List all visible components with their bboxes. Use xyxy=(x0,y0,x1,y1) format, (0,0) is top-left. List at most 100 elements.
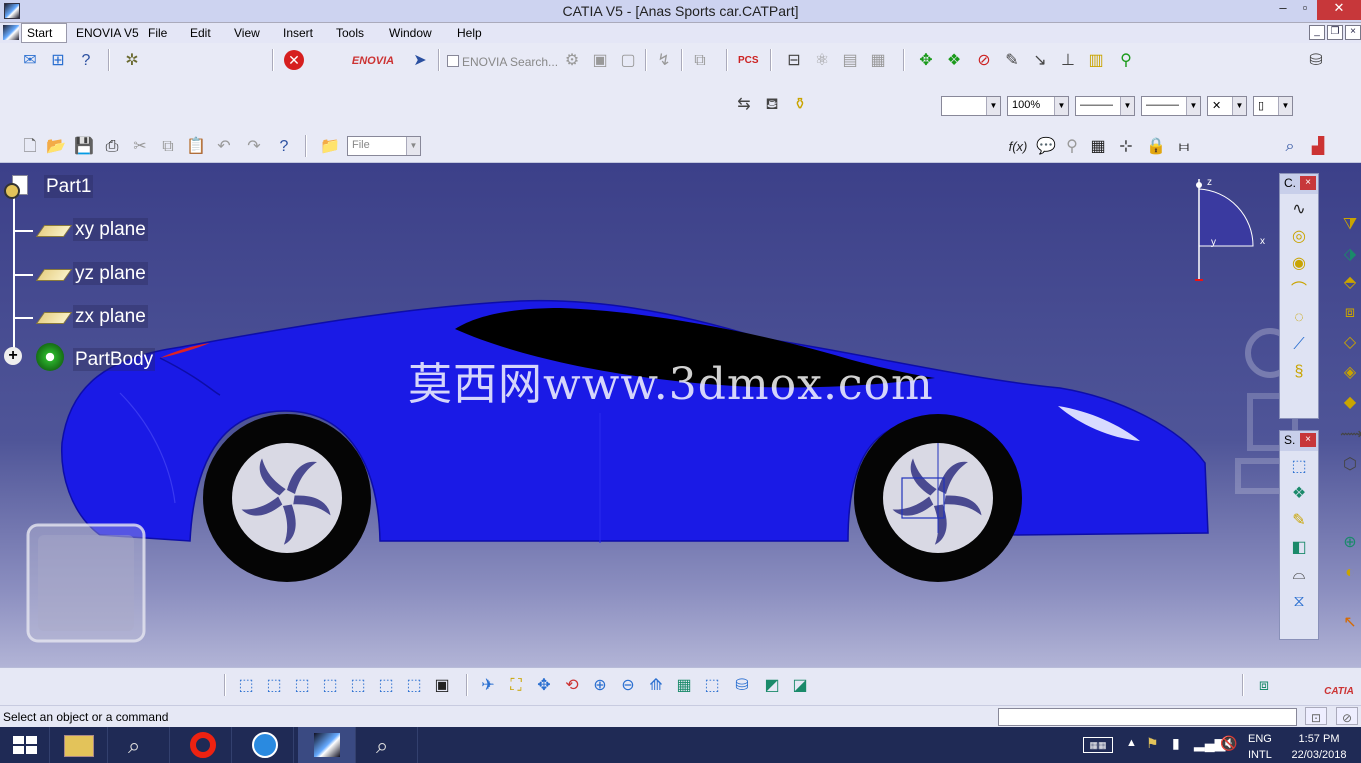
command-options-icon[interactable]: ⊡ xyxy=(1305,707,1327,725)
menu-edit[interactable]: Edit xyxy=(190,26,211,40)
workbench-icon[interactable]: ✉ xyxy=(20,51,40,71)
formula-icon[interactable]: f(x) xyxy=(1008,137,1028,157)
open-icon[interactable]: 📂 xyxy=(46,137,66,157)
move-icon[interactable]: ✥ xyxy=(916,51,936,71)
loft-icon[interactable]: ⧖ xyxy=(1288,591,1310,613)
law-icon[interactable]: ⊹ xyxy=(1116,137,1136,157)
layer-filter-icon[interactable]: ⧈ xyxy=(1254,676,1274,696)
hide-show-icon[interactable]: ◩ xyxy=(762,676,782,696)
menu-view[interactable]: View xyxy=(234,26,260,40)
back-view-icon[interactable]: ⬚ xyxy=(292,676,312,696)
redo-icon[interactable]: ↷ xyxy=(244,137,264,157)
zoom-in-icon[interactable]: ⊕ xyxy=(590,676,610,696)
untrim-icon[interactable]: ⬘ xyxy=(1340,273,1360,293)
document-icon[interactable] xyxy=(3,25,19,40)
volume-muted-icon[interactable]: 🔇 xyxy=(1220,735,1237,763)
analysis-icon[interactable]: ⊕ xyxy=(1340,533,1360,553)
stop-icon[interactable]: ✕ xyxy=(284,50,304,70)
chart-icon[interactable]: ▟ xyxy=(1308,137,1328,157)
tree-item-partbody[interactable]: PartBody xyxy=(73,348,156,371)
undo-icon[interactable]: ↶ xyxy=(214,137,234,157)
fly-icon[interactable]: ✈ xyxy=(478,676,498,696)
helix-icon[interactable]: ◎ xyxy=(1288,226,1310,248)
quick-view-icon[interactable]: ⬚ xyxy=(702,676,722,696)
normal-view-icon[interactable]: ⟰ xyxy=(646,676,666,696)
close-window-button[interactable]: ✕ xyxy=(1317,0,1361,20)
multi-view-icon[interactable]: ▦ xyxy=(674,676,694,696)
doc-minimize-icon[interactable]: _ xyxy=(1309,25,1325,40)
cut-icon[interactable]: ✂ xyxy=(130,137,150,157)
new-icon[interactable]: 🗋 xyxy=(20,137,40,157)
heal-icon[interactable]: ⬗ xyxy=(1340,245,1360,265)
shading-icon[interactable]: ⛁ xyxy=(732,676,752,696)
menu-tools[interactable]: Tools xyxy=(336,26,364,40)
bottom-view-icon[interactable]: ⬚ xyxy=(404,676,424,696)
extract-icon[interactable]: ◈ xyxy=(1340,363,1360,383)
extrapolate-icon[interactable]: ⬡ xyxy=(1340,455,1360,475)
surfaces-palette-header[interactable]: S. × xyxy=(1280,431,1318,451)
folder-icon[interactable]: 📁 xyxy=(320,137,340,157)
translate-icon[interactable]: ⟿ xyxy=(1340,425,1361,445)
line-thickness-combo[interactable]: ——— ▼ xyxy=(1075,96,1135,116)
ruler-icon[interactable]: ▥ xyxy=(1086,51,1106,71)
language-indicator[interactable]: ENG INTL xyxy=(1248,733,1272,763)
expand-icon[interactable]: + xyxy=(4,347,22,365)
3d-viewport[interactable]: 莫西网www.3dmox.com Part1 xy plane yz plane… xyxy=(0,163,1361,667)
grid-icon[interactable]: ▦ xyxy=(868,51,888,71)
copy-enovia-icon[interactable]: ⧉ xyxy=(690,51,710,71)
curves-palette-header[interactable]: C. × xyxy=(1280,174,1318,194)
swap-icon[interactable]: ⇆ xyxy=(734,95,754,115)
tree-icon[interactable]: ⚙ xyxy=(562,51,582,71)
part-icon[interactable] xyxy=(4,175,30,199)
menu-file[interactable]: File xyxy=(148,26,167,40)
copy-icon[interactable]: ⧉ xyxy=(158,137,178,157)
point-icon[interactable]: ⚲ xyxy=(1116,51,1136,71)
right-view-icon[interactable]: ⬚ xyxy=(348,676,368,696)
line-type-combo[interactable]: ——— ▼ xyxy=(1141,96,1201,116)
front-view-icon[interactable]: ⬚ xyxy=(264,676,284,696)
left-view-icon[interactable]: ⬚ xyxy=(320,676,340,696)
bulb-icon[interactable]: ⚲ xyxy=(1062,137,1082,157)
save-icon[interactable]: 💾 xyxy=(74,137,94,157)
doc-restore-icon[interactable]: ❐ xyxy=(1327,25,1343,40)
extrude-icon[interactable]: ⬚ xyxy=(1288,456,1310,478)
circle-icon[interactable]: ◌ xyxy=(1288,307,1310,329)
help-query-icon[interactable]: ? xyxy=(76,51,96,71)
axis-icon[interactable]: ⊥ xyxy=(1058,51,1078,71)
action-center-icon[interactable]: ⚑ xyxy=(1146,735,1159,763)
taskbar-time-app[interactable] xyxy=(236,727,294,763)
measure-icon[interactable]: ↘ xyxy=(1030,51,1050,71)
print-icon[interactable]: ⎙ xyxy=(102,137,122,157)
tree-item-part1[interactable]: Part1 xyxy=(44,175,94,198)
conic-icon[interactable]: ⌒ xyxy=(1288,280,1310,302)
equalizer-icon[interactable]: ⧦ xyxy=(1174,137,1194,157)
top-view-icon[interactable]: ⬚ xyxy=(376,676,396,696)
window-enovia-icon[interactable]: ▢ xyxy=(618,51,638,71)
taskbar-search-app[interactable]: ⌕ xyxy=(112,727,170,763)
menu-help[interactable]: Help xyxy=(457,26,482,40)
pen-icon[interactable]: ✎ xyxy=(1002,51,1022,71)
revolve-icon[interactable]: ❖ xyxy=(1288,483,1310,505)
enovia-checkbox[interactable] xyxy=(447,55,459,67)
enovia-search-label[interactable]: ENOVIA Search... xyxy=(462,55,558,69)
layer-combo[interactable]: ▯ ▼ xyxy=(1253,96,1293,116)
taskbar-magnifier[interactable]: ⌕ xyxy=(360,727,418,763)
save-enovia-icon[interactable]: ▣ xyxy=(590,51,610,71)
design-table-icon[interactable]: ▦ xyxy=(1088,137,1108,157)
compass-widget[interactable]: z y x xyxy=(1175,171,1275,281)
fit-all-icon[interactable]: ⛶ xyxy=(506,676,526,696)
spiral-icon[interactable]: ◉ xyxy=(1288,253,1310,275)
spline-icon[interactable]: ∿ xyxy=(1288,199,1310,221)
enovia-logo-icon[interactable]: ENOVIA xyxy=(348,51,398,71)
iso-view-icon[interactable]: ⬚ xyxy=(236,676,256,696)
bottle-icon[interactable]: ⚱ xyxy=(790,95,810,115)
boundary-icon[interactable]: ◇ xyxy=(1340,333,1360,353)
send-icon[interactable]: ➤ xyxy=(410,51,430,71)
color-combo[interactable]: ▼ xyxy=(941,96,1001,116)
curvature-icon[interactable]: ◐ xyxy=(1340,563,1360,583)
database-icon[interactable]: ⛁ xyxy=(1306,51,1326,71)
keyboard-icon[interactable]: ▦▦ xyxy=(1083,737,1113,753)
close-palette-icon[interactable]: × xyxy=(1300,176,1316,190)
sports-car-model[interactable] xyxy=(0,163,1361,667)
search-icon[interactable]: ⌕ xyxy=(1280,137,1300,157)
